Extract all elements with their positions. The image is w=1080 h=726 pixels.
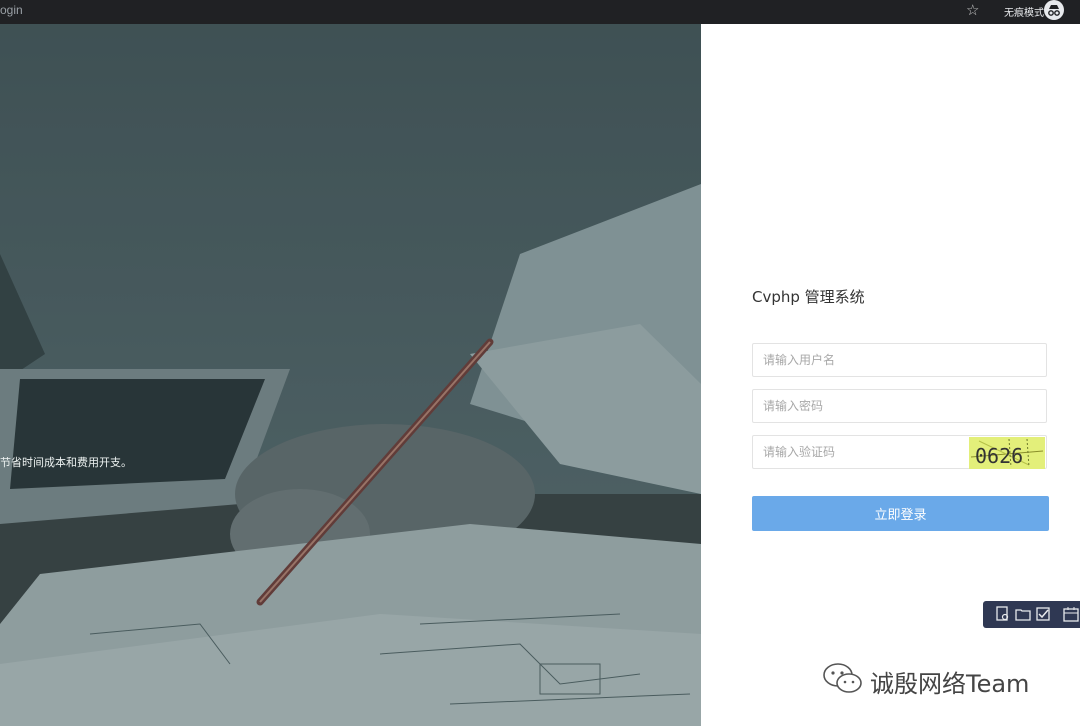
password-input[interactable]	[753, 390, 1046, 422]
captcha-code: 0626	[975, 444, 1023, 468]
username-input[interactable]	[753, 344, 1046, 376]
username-field-wrapper	[752, 343, 1047, 377]
floating-toolbar	[983, 601, 1080, 628]
password-field-wrapper	[752, 389, 1047, 423]
watermark-text: 诚殷网络Team	[870, 670, 1030, 698]
hero-background: 节省时间成本和费用开支。	[0, 24, 701, 726]
incognito-icon[interactable]	[1044, 0, 1064, 20]
address-bar-text[interactable]: ogin	[0, 3, 23, 17]
checkbox-icon[interactable]	[1035, 606, 1051, 622]
folder-icon[interactable]	[1015, 606, 1031, 622]
calendar-icon[interactable]	[1063, 606, 1079, 622]
browser-topbar: ogin ☆ 无痕模式	[0, 0, 1080, 24]
star-icon[interactable]: ☆	[966, 1, 979, 19]
wechat-icon	[822, 662, 864, 700]
captcha-image[interactable]: 0626	[969, 437, 1045, 469]
doc-search-icon[interactable]	[995, 606, 1011, 622]
incognito-label: 无痕模式	[1004, 8, 1044, 19]
login-button[interactable]: 立即登录	[752, 496, 1049, 531]
hero-photo	[0, 24, 701, 726]
captcha-field-wrapper: 0626	[752, 435, 1047, 469]
system-title: Cvphp 管理系统	[752, 288, 865, 306]
hero-slogan: 节省时间成本和费用开支。	[0, 456, 132, 469]
